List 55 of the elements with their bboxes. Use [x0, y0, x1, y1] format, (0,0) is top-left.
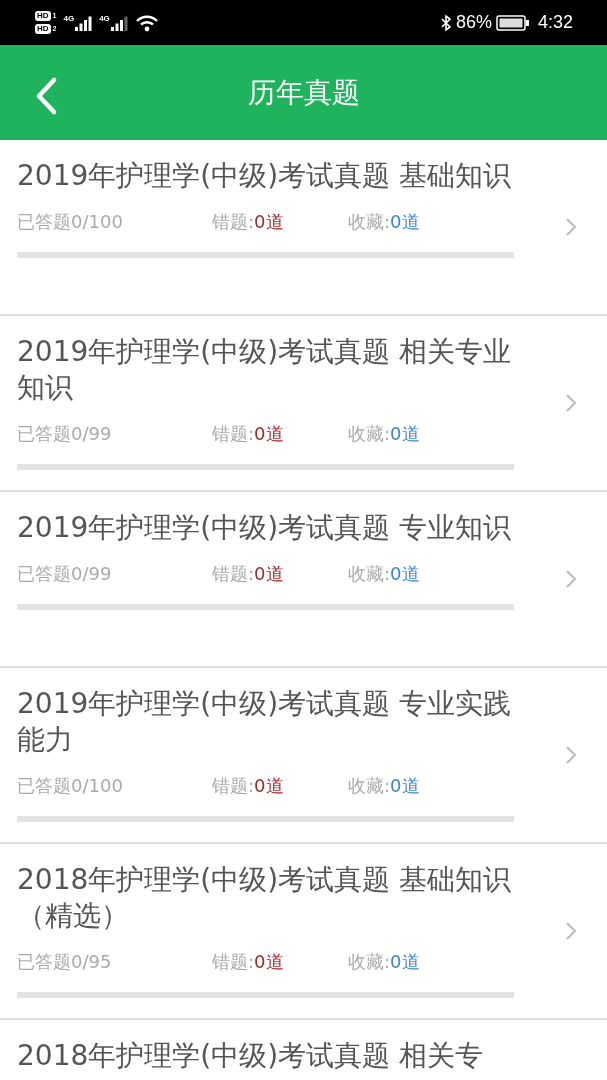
- hd-badge: HD: [35, 11, 51, 21]
- wifi-icon: [134, 13, 159, 32]
- exam-title: 2019年护理学(中级)考试真题 相关专业知识: [17, 334, 512, 406]
- favorites-label: 收藏:: [348, 951, 391, 972]
- exam-title: 2018年护理学(中级)考试真题 相关专: [17, 1038, 484, 1074]
- favorites-label: 收藏:: [348, 563, 391, 584]
- chevron-right-icon: [565, 569, 577, 589]
- answered-count: 已答题0/100: [17, 774, 124, 798]
- favorites-count: 0道: [390, 951, 420, 972]
- bluetooth-icon: [439, 13, 452, 32]
- exam-list-item[interactable]: 2018年护理学(中级)考试真题 相关专: [0, 1020, 607, 1080]
- favorites-label: 收藏:: [348, 211, 391, 232]
- exam-list-item[interactable]: 2019年护理学(中级)考试真题 专业实践能力 已答题0/100 错题:0道 收藏:0道: [0, 668, 607, 844]
- exam-title: 2019年护理学(中级)考试真题 专业实践能力: [17, 686, 512, 758]
- battery-percent: 86%: [455, 12, 492, 33]
- wrong-count: 0道: [254, 423, 284, 444]
- signal-icon: [75, 14, 93, 31]
- wrong-count: 0道: [254, 775, 284, 796]
- wrong-label: 错题:: [212, 775, 255, 796]
- wrong-count: 0道: [254, 951, 284, 972]
- signal-icon: [110, 14, 128, 31]
- wrong-count: 0道: [254, 211, 284, 232]
- exam-list-item[interactable]: 2019年护理学(中级)考试真题 基础知识 已答题0/100 错题:0道 收藏:0道: [0, 140, 607, 316]
- exam-title: 2018年护理学(中级)考试真题 基础知识（精选）: [17, 862, 512, 934]
- network-type: 4G: [99, 14, 110, 23]
- wrong-label: 错题:: [212, 423, 255, 444]
- answered-count: 已答题0/95: [17, 950, 113, 974]
- answered-count: 已答题0/100: [17, 210, 124, 234]
- answered-count: 已答题0/99: [17, 562, 113, 586]
- wrong-count: 0道: [254, 563, 284, 584]
- favorites-count: 0道: [390, 563, 420, 584]
- exam-title: 2019年护理学(中级)考试真题 专业知识: [17, 510, 512, 546]
- chevron-right-icon: [565, 745, 577, 765]
- chevron-right-icon: [565, 921, 577, 941]
- favorites-label: 收藏:: [348, 423, 391, 444]
- back-icon: [34, 77, 58, 115]
- exam-list-item[interactable]: 2019年护理学(中级)考试真题 相关专业知识 已答题0/99 错题:0道 收藏:0道: [0, 316, 607, 492]
- battery-icon: [495, 13, 530, 32]
- wrong-label: 错题:: [212, 563, 255, 584]
- chevron-right-icon: [565, 217, 577, 237]
- hd-badge: HD: [35, 24, 51, 34]
- favorites-count: 0道: [390, 211, 420, 232]
- favorites-label: 收藏:: [348, 775, 391, 796]
- answered-count: 已答题0/99: [17, 422, 113, 446]
- favorites-count: 0道: [390, 423, 420, 444]
- favorites-count: 0道: [390, 775, 420, 796]
- chevron-right-icon: [565, 393, 577, 413]
- wrong-label: 错题:: [212, 211, 255, 232]
- exam-title: 2019年护理学(中级)考试真题 基础知识: [17, 158, 512, 194]
- network-type: 4G: [63, 14, 75, 23]
- exam-list-item[interactable]: 2019年护理学(中级)考试真题 专业知识 已答题0/99 错题:0道 收藏:0道: [0, 492, 607, 668]
- clock-time: 4:32: [537, 12, 573, 33]
- page-title: 历年真题: [247, 74, 360, 111]
- exam-list-item[interactable]: 2018年护理学(中级)考试真题 基础知识（精选） 已答题0/95 错题:0道 收藏:0道: [0, 844, 607, 1020]
- wrong-label: 错题:: [212, 951, 255, 972]
